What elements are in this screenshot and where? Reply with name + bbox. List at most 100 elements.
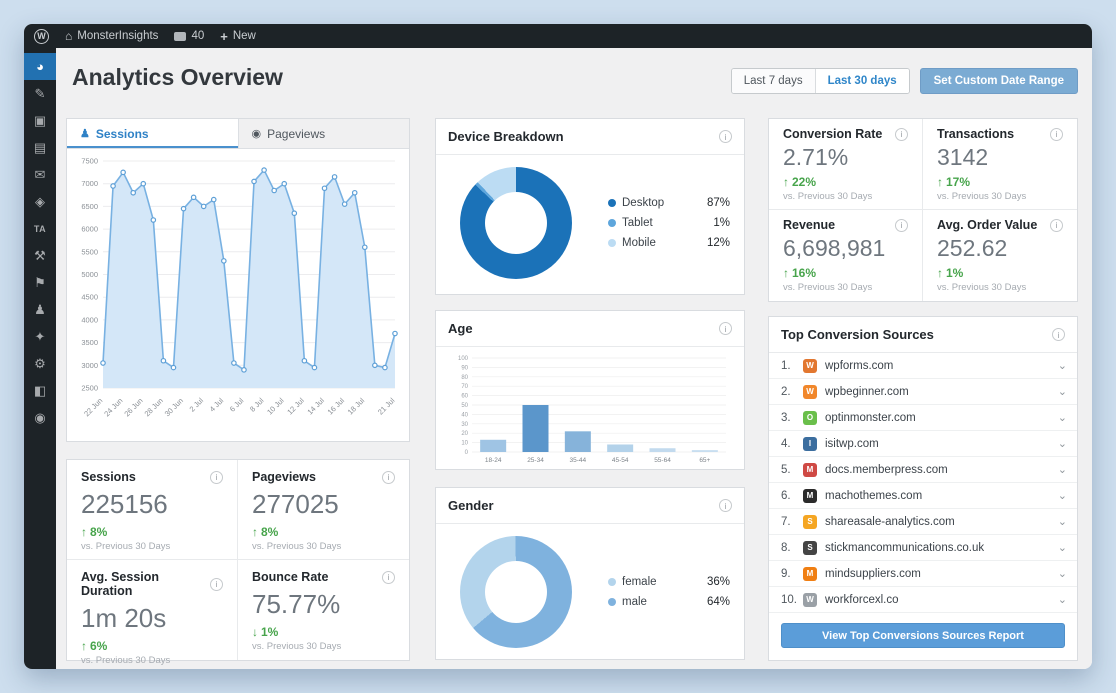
info-icon[interactable]: i	[210, 470, 223, 484]
sidebar-item-video-play[interactable]: ◉	[24, 404, 56, 431]
stat-title: Avg. Order Value	[937, 218, 1038, 232]
sidebar-item-comments[interactable]: ✉	[24, 161, 56, 188]
stat-title: Revenue	[783, 218, 836, 232]
source-domain: machothemes.com	[825, 489, 923, 502]
view-top-conversions-report-button[interactable]: View Top Conversions Sources Report	[781, 623, 1065, 648]
trend-arrow-icon: ↓	[252, 625, 258, 639]
stat-title: Pageviews	[252, 470, 316, 484]
info-icon[interactable]: i	[719, 322, 732, 335]
sidebar-item-tools-hammer[interactable]: ⚒	[24, 242, 56, 269]
tab-pageviews[interactable]: ◉ Pageviews	[239, 119, 410, 148]
chart-tabs: ♟ Sessions ◉ Pageviews	[67, 119, 409, 149]
source-domain: stickmancommunications.co.uk	[825, 541, 985, 554]
source-row[interactable]: 4. Iisitwp.com ⌄	[769, 431, 1077, 457]
tab-sessions[interactable]: ♟ Sessions	[67, 119, 239, 148]
info-icon[interactable]: i	[382, 570, 395, 584]
legend-item: Mobile 12%	[608, 237, 730, 249]
last-7-days-button[interactable]: Last 7 days	[731, 69, 815, 93]
kpi-grid: Sessions i 225156 ↑ 8% vs. Previous 30 Day…	[66, 459, 410, 666]
source-row[interactable]: 3. Ooptinmonster.com ⌄	[769, 405, 1077, 431]
chevron-down-icon[interactable]: ⌄	[1058, 593, 1067, 606]
stat-card-bounce-rate: Bounce Rate i 75.77% ↓ 1% vs. Previous 30 …	[238, 560, 409, 660]
sidebar-item-ta-menu[interactable]: TA	[24, 215, 56, 242]
wordpress-logo-icon[interactable]: W	[34, 28, 49, 44]
chevron-down-icon[interactable]: ⌄	[1058, 567, 1067, 580]
home-icon: ⌂	[65, 29, 73, 43]
device-donut	[460, 167, 572, 279]
new-menu[interactable]: + New	[220, 29, 256, 44]
info-icon[interactable]: i	[719, 130, 732, 143]
info-icon[interactable]: i	[382, 470, 395, 484]
chevron-down-icon[interactable]: ⌄	[1058, 515, 1067, 528]
sidebar-item-pages[interactable]: ▤	[24, 134, 56, 161]
chevron-down-icon[interactable]: ⌄	[1058, 437, 1067, 450]
sidebar-item-posts-pin[interactable]: ✎	[24, 80, 56, 107]
source-domain: docs.memberpress.com	[825, 463, 948, 476]
info-icon[interactable]: i	[1052, 328, 1065, 341]
stat-value: 2.71%	[783, 144, 849, 170]
top-sources-list: 1. Wwpforms.com ⌄ 2. Wwpbeginner.com ⌄ 3. Oopti…	[769, 353, 1077, 613]
stat-card-conversion-rate: Conversion Rate i 2.71% ↑ 22% vs. Previous…	[769, 119, 923, 210]
stat-trend: ↑ 17%	[937, 175, 1063, 189]
svg-text:35-44: 35-44	[570, 457, 587, 464]
stat-value: 3142	[937, 144, 989, 170]
stat-trend: ↑ 8%	[252, 525, 395, 539]
last-30-days-button[interactable]: Last 30 days	[814, 69, 909, 93]
source-row[interactable]: 2. Wwpbeginner.com ⌄	[769, 379, 1077, 405]
info-icon[interactable]: i	[210, 577, 223, 591]
eye-icon: ◉	[251, 128, 262, 140]
date-range-controls: Last 7 days Last 30 days Set Custom Date…	[730, 68, 1078, 94]
svg-text:40: 40	[461, 412, 468, 418]
source-row[interactable]: 1. Wwpforms.com ⌄	[769, 353, 1077, 379]
new-label: New	[232, 30, 256, 42]
sidebar-item-media[interactable]: ▣	[24, 107, 56, 134]
source-row[interactable]: 6. Mmachothemes.com ⌄	[769, 483, 1077, 509]
source-row[interactable]: 7. Sshareasale-analytics.com ⌄	[769, 509, 1077, 535]
chevron-down-icon[interactable]: ⌄	[1058, 385, 1067, 398]
sidebar-item-users[interactable]: ♟	[24, 296, 56, 323]
comments-menu[interactable]: 40	[174, 30, 204, 42]
info-icon[interactable]: i	[1050, 218, 1063, 232]
svg-text:28 Jun: 28 Jun	[143, 396, 165, 418]
info-icon[interactable]: i	[895, 127, 908, 141]
sidebar-item-settings-gear[interactable]: ⚙	[24, 350, 56, 377]
stat-value: 75.77%	[252, 589, 341, 619]
svg-text:5500: 5500	[81, 247, 98, 256]
svg-text:45-54: 45-54	[612, 457, 629, 464]
wordpress-admin-window: W ⌂ MonsterInsights 40 + New ◕ ✎ ▣ ▤ ✉ ◈ TA ⚒ ⚑ ♟…	[24, 24, 1092, 669]
source-row[interactable]: 8. Sstickmancommunications.co.uk ⌄	[769, 535, 1077, 561]
source-rank: 5.	[781, 463, 791, 476]
site-menu[interactable]: ⌂ MonsterInsights	[65, 29, 158, 43]
sidebar-item-marketing-flag[interactable]: ⚑	[24, 269, 56, 296]
chevron-down-icon[interactable]: ⌄	[1058, 541, 1067, 554]
source-domain: workforcexl.co	[825, 593, 899, 606]
svg-text:4500: 4500	[81, 293, 98, 302]
chevron-down-icon[interactable]: ⌄	[1058, 411, 1067, 424]
sidebar-item-downloads[interactable]: ◈	[24, 188, 56, 215]
legend-dot	[608, 578, 616, 586]
info-icon[interactable]: i	[719, 499, 732, 512]
stat-trend: ↑ 6%	[81, 639, 223, 653]
svg-text:10: 10	[461, 441, 468, 447]
svg-text:6 Jul: 6 Jul	[228, 396, 246, 414]
sidebar-item-memberships[interactable]: ◧	[24, 377, 56, 404]
chevron-down-icon[interactable]: ⌄	[1058, 463, 1067, 476]
set-custom-date-range-button[interactable]: Set Custom Date Range	[919, 68, 1078, 94]
source-row[interactable]: 5. Mdocs.memberpress.com ⌄	[769, 457, 1077, 483]
source-row[interactable]: 10. Wworkforcexl.co ⌄	[769, 587, 1077, 613]
trend-pct: 17%	[946, 175, 971, 189]
site-favicon-icon: W	[803, 592, 817, 607]
stat-title: Conversion Rate	[783, 127, 883, 141]
svg-text:70: 70	[461, 384, 468, 390]
info-icon[interactable]: i	[895, 218, 908, 232]
person-icon: ♟	[80, 128, 90, 140]
stat-compare: vs. Previous 30 Days	[783, 282, 873, 293]
chevron-down-icon[interactable]: ⌄	[1058, 359, 1067, 372]
info-icon[interactable]: i	[1050, 127, 1063, 141]
source-row[interactable]: 9. Mmindsuppliers.com ⌄	[769, 561, 1077, 587]
legend-item: Desktop 87%	[608, 197, 730, 209]
stat-card-sessions: Sessions i 225156 ↑ 8% vs. Previous 30 Day…	[67, 460, 238, 560]
chevron-down-icon[interactable]: ⌄	[1058, 489, 1067, 502]
sidebar-item-plugins[interactable]: ✦	[24, 323, 56, 350]
sidebar-item-monsterinsights[interactable]: ◕	[24, 53, 56, 80]
